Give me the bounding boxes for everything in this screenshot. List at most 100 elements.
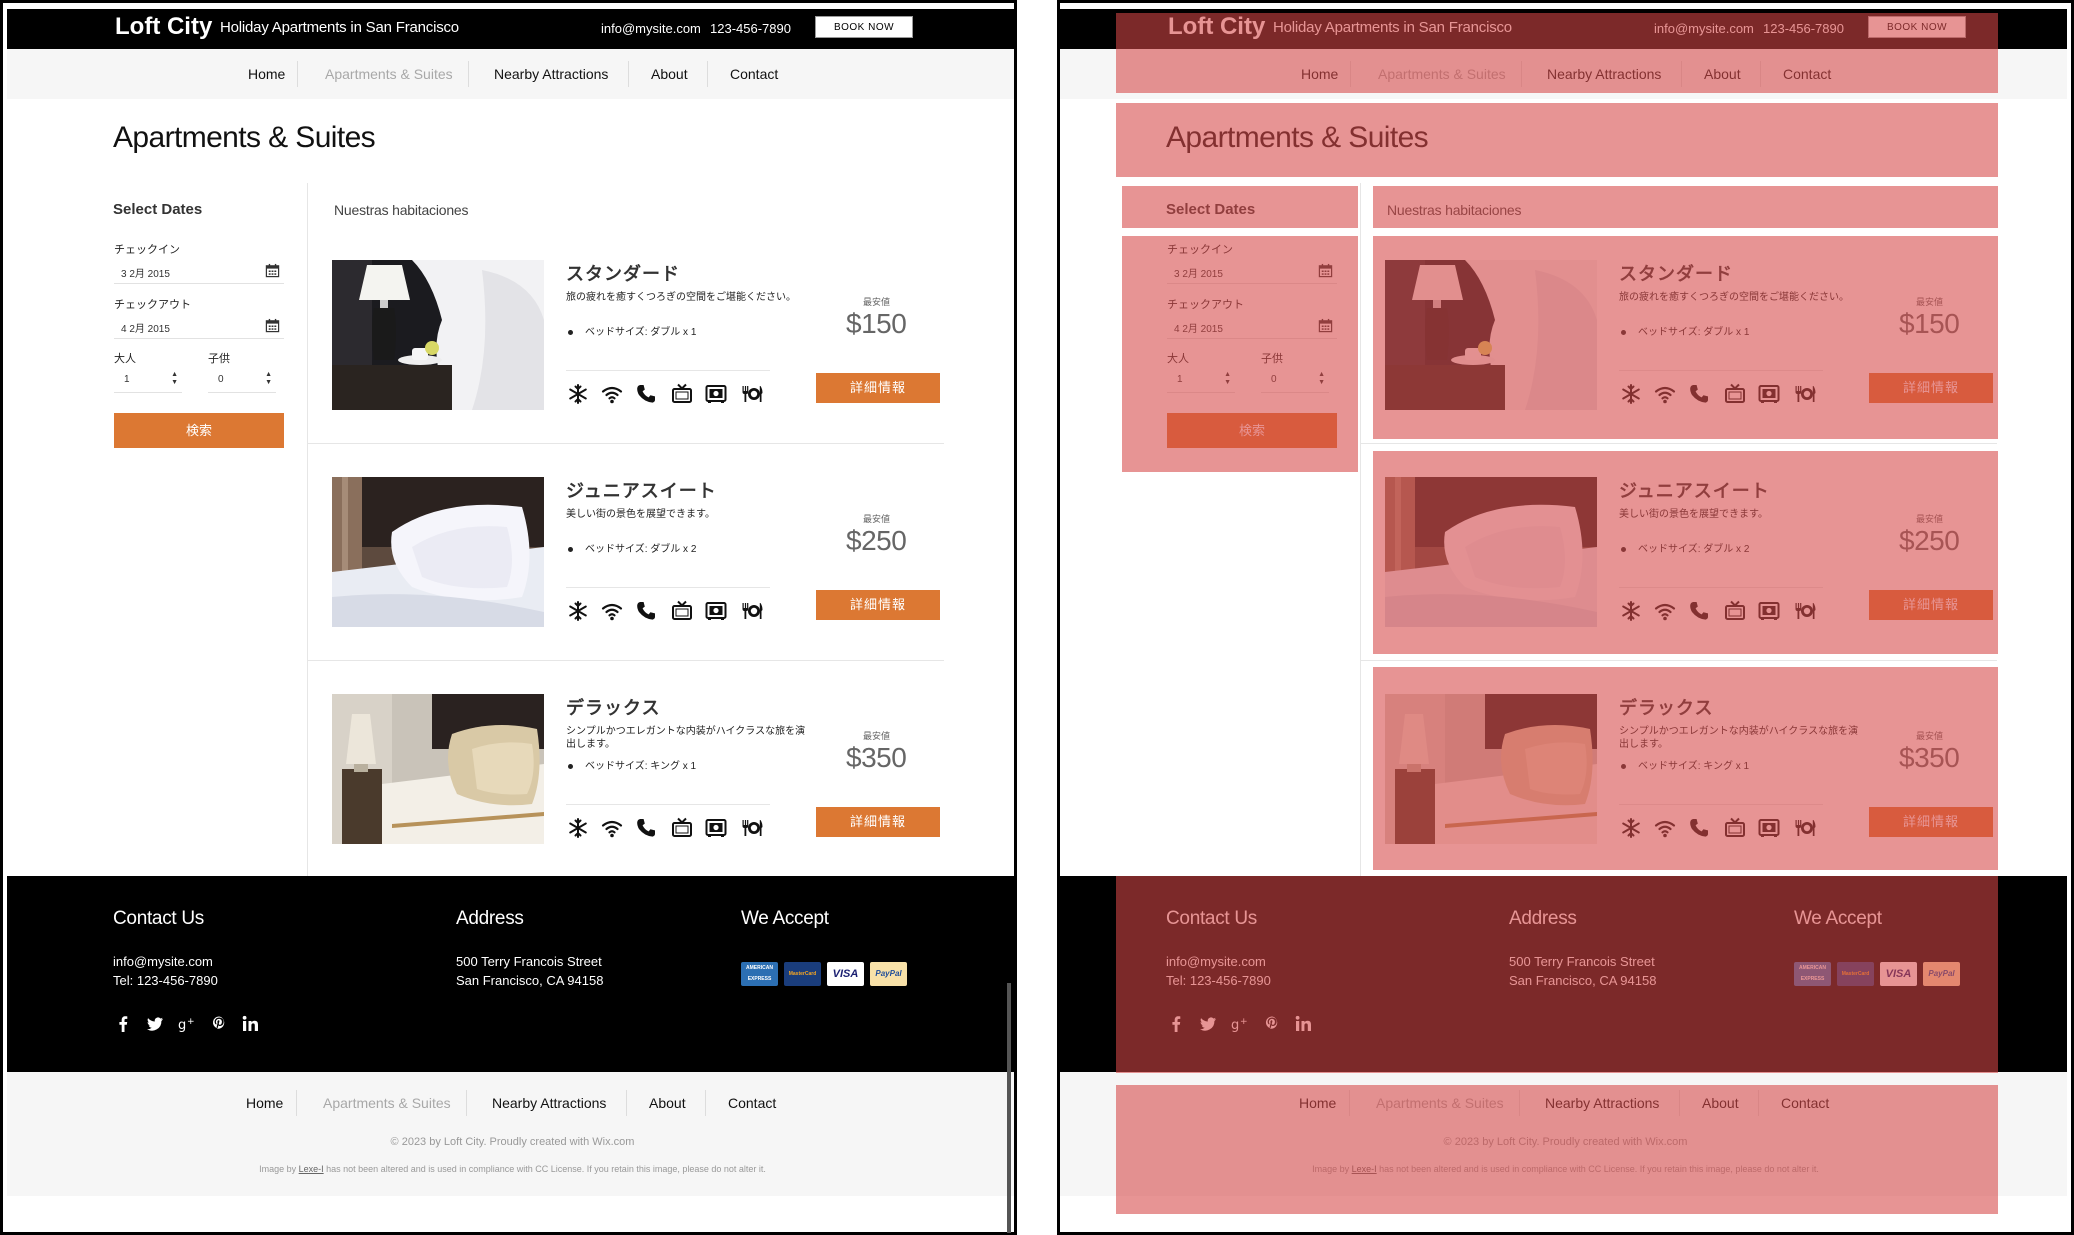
room-divider	[308, 443, 944, 444]
annotated-screenshot-panel: Loft City Holiday Apartments in San Fran…	[1057, 0, 2074, 1235]
book-now-button[interactable]: BOOK NOW	[815, 16, 913, 38]
calendar-icon[interactable]	[265, 263, 280, 278]
room-separator	[566, 370, 770, 371]
nav-divider	[626, 1090, 627, 1116]
twitter-icon[interactable]	[145, 1014, 165, 1034]
footer-nav-contact[interactable]: Contact	[728, 1095, 776, 1111]
footer-nav-apartments[interactable]: Apartments & Suites	[323, 1095, 451, 1111]
credit-author-link[interactable]: Lexe-I	[299, 1164, 324, 1174]
tv-icon	[672, 383, 692, 403]
facebook-icon[interactable]	[113, 1014, 133, 1034]
checkin-label: チェックイン	[114, 244, 180, 256]
linkedin-icon[interactable]	[241, 1014, 261, 1034]
details-button[interactable]: 詳細情報	[816, 373, 940, 403]
header-phone: 123-456-7890	[710, 21, 791, 36]
stepper-arrows-icon[interactable]: ▲▼	[265, 371, 272, 387]
overlay-room-3-region	[1373, 667, 1998, 870]
safe-icon	[705, 602, 727, 620]
header-bar: Loft City Holiday Apartments in San Fran…	[7, 9, 1014, 49]
nav-divider	[707, 61, 708, 87]
sidebar-title: Select Dates	[113, 201, 203, 218]
nav-apartments[interactable]: Apartments & Suites	[325, 66, 453, 82]
nav-divider	[468, 61, 469, 87]
footer-nav: Home Apartments & Suites Nearby Attracti…	[7, 1072, 1014, 1196]
room-description: シンプルかつエレガントな内装がハイクラスな旅を演出します。	[566, 726, 806, 750]
credit-suffix: has not been altered and is used in comp…	[323, 1164, 766, 1174]
amex-card-icon: AMERICAN EXPRESS	[741, 962, 778, 986]
children-label: 子供	[208, 353, 230, 365]
tv-icon	[672, 817, 692, 837]
room-name[interactable]: スタンダード	[566, 260, 680, 286]
room-photo[interactable]	[332, 260, 544, 410]
room-bed-size: ベッドサイズ: ダブル x 1	[568, 323, 696, 338]
wifi-icon	[601, 603, 623, 621]
details-button[interactable]: 詳細情報	[816, 590, 940, 620]
room-photo[interactable]	[332, 694, 544, 844]
room-price: $150	[846, 308, 907, 339]
safe-icon	[705, 385, 727, 403]
checkin-date-field[interactable]: 3 2月 2015	[114, 259, 284, 284]
air-conditioning-icon	[569, 384, 587, 404]
dining-icon	[742, 820, 763, 836]
calendar-icon[interactable]	[265, 318, 280, 333]
nav-divider	[296, 1090, 297, 1116]
nav-about[interactable]: About	[651, 66, 688, 82]
room-divider	[1361, 660, 1997, 661]
overlay-sidebar-form-region	[1122, 236, 1358, 472]
google-plus-icon[interactable]: g+	[177, 1014, 197, 1034]
copyright-text: © 2023 by Loft City. Proudly created wit…	[390, 1136, 635, 1148]
footer-nav-home[interactable]: Home	[246, 1095, 283, 1111]
overlay-header-region	[1116, 13, 1998, 93]
stepper-arrows-icon[interactable]: ▲▼	[171, 371, 178, 387]
header-email-link[interactable]: info@mysite.com	[601, 21, 701, 36]
room-photo-image	[332, 260, 544, 410]
checkout-date-field[interactable]: 4 2月 2015	[114, 314, 284, 339]
nav-divider	[628, 61, 629, 87]
pinterest-icon[interactable]	[209, 1014, 229, 1034]
min-price-label: 最安値	[863, 731, 891, 741]
air-conditioning-icon	[569, 601, 587, 621]
room-bed-size: ベッドサイズ: ダブル x 2	[568, 540, 696, 555]
paypal-icon: PayPal	[870, 962, 907, 986]
page-title: Apartments & Suites	[113, 121, 376, 154]
nav-divider	[466, 1090, 467, 1116]
footer-email-link[interactable]: info@mysite.com	[113, 952, 213, 971]
children-stepper[interactable]: 0 ▲▼	[208, 368, 276, 393]
footer-contact-title: Contact Us	[113, 908, 204, 929]
checkout-label: チェックアウト	[114, 299, 191, 311]
room-photo[interactable]	[332, 477, 544, 627]
amenities-row	[566, 599, 786, 623]
dining-icon	[742, 386, 763, 402]
footer-nav-about[interactable]: About	[649, 1095, 686, 1111]
image-credit: Image by Lexe-I has not been altered and…	[7, 1164, 1014, 1174]
amenities-row	[566, 816, 786, 840]
room-description: 旅の疲れを癒すくつろぎの空間をご堪能ください。	[566, 292, 796, 303]
safe-icon	[705, 819, 727, 837]
nav-attractions[interactable]: Nearby Attractions	[494, 66, 608, 82]
room-price: $350	[846, 742, 907, 773]
room-separator	[566, 587, 770, 588]
website-page: Loft City Holiday Apartments in San Fran…	[3, 3, 1014, 1232]
room-divider	[1361, 443, 1997, 444]
footer-address-title: Address	[456, 908, 524, 929]
room-photo-image	[332, 694, 544, 844]
footer-accept-title: We Accept	[741, 908, 829, 929]
mastercard-icon: MasterCard	[784, 962, 821, 986]
details-button[interactable]: 詳細情報	[816, 807, 940, 837]
room-name[interactable]: ジュニアスイート	[566, 477, 717, 503]
site-logo[interactable]: Loft City	[115, 13, 212, 41]
search-button[interactable]: 検索	[114, 413, 284, 448]
room-name[interactable]: デラックス	[566, 694, 660, 720]
credit-prefix: Image by	[259, 1164, 299, 1174]
nav-contact[interactable]: Contact	[730, 66, 778, 82]
nav-home[interactable]: Home	[248, 66, 285, 82]
room-bed-size: ベッドサイズ: キング x 1	[568, 757, 696, 772]
adults-stepper[interactable]: 1 ▲▼	[114, 368, 182, 393]
scrollbar[interactable]	[1007, 983, 1011, 1233]
visa-card-icon: VISA	[827, 962, 864, 986]
main-nav: Home Apartments & Suites Nearby Attracti…	[7, 49, 1014, 99]
wifi-icon	[601, 820, 623, 838]
footer-nav-attractions[interactable]: Nearby Attractions	[492, 1095, 606, 1111]
room-divider	[308, 660, 944, 661]
original-screenshot-panel: Loft City Holiday Apartments in San Fran…	[0, 0, 1017, 1235]
